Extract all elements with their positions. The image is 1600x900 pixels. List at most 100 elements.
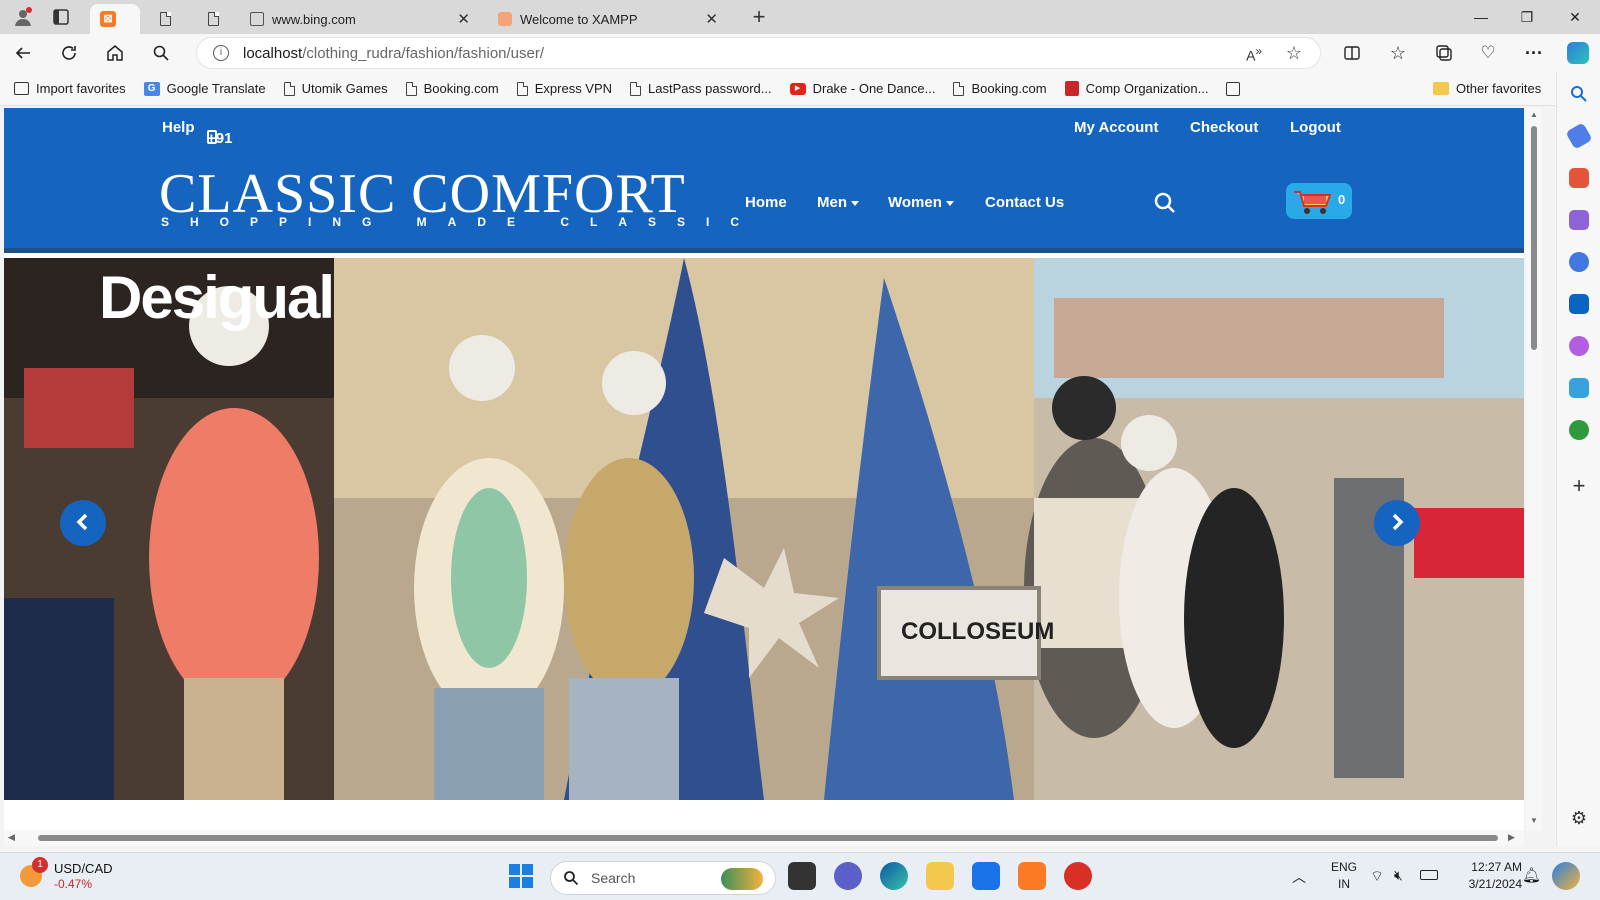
read-aloud-icon[interactable]: A» (1246, 45, 1262, 64)
copilot-taskbar-icon[interactable] (1552, 862, 1580, 890)
tab-blank-2[interactable] (198, 4, 238, 34)
hero-carousel[interactable]: Desigual COLLOSEUM (4, 258, 1524, 800)
site-info-icon[interactable]: i (213, 45, 229, 61)
doc-icon (208, 12, 219, 26)
doc-icon (953, 81, 965, 96)
lang-code: ENG (1330, 860, 1357, 874)
scroll-left-icon[interactable]: ◀ (8, 832, 15, 843)
pdf-icon (1064, 81, 1079, 96)
chevron-left-icon (74, 513, 92, 534)
minimize-icon[interactable]: — (1458, 0, 1504, 34)
address-bar[interactable]: i localhost/clothing_rudra/fashion/fashi… (196, 37, 1321, 69)
start-button[interactable] (508, 863, 534, 889)
tab-xampp-active[interactable]: ⊠ (90, 4, 140, 34)
checkout-link[interactable]: Checkout (1190, 119, 1258, 136)
sidebar-search-icon[interactable] (1569, 84, 1589, 104)
tab-xampp-welcome[interactable]: Welcome to XAMPP ✕ (488, 4, 728, 34)
home-icon[interactable] (92, 34, 138, 72)
favorite-expressvpn[interactable]: Express VPN (516, 81, 612, 96)
file-explorer-icon[interactable] (926, 862, 954, 890)
youtube-icon: ▶ (789, 82, 806, 95)
designer-icon[interactable] (1569, 336, 1589, 356)
outlook-icon[interactable] (1569, 294, 1589, 314)
volume-muted-icon[interactable]: 🔇︎ (1394, 867, 1403, 884)
more-menu-icon[interactable]: ··· (1514, 34, 1554, 72)
site-main-nav: CLASSIC COMFORT SHOPPING MADE CLASSIC Ho… (4, 148, 1524, 253)
edge-browser-icon[interactable] (880, 862, 908, 890)
favorite-lastpass[interactable]: LastPass password... (630, 81, 772, 96)
favorites-icon[interactable]: ☆ (1378, 34, 1418, 72)
menu-men[interactable]: Men (817, 194, 859, 211)
copilot-icon[interactable] (1558, 34, 1598, 72)
split-screen-icon[interactable] (1332, 34, 1372, 72)
clock[interactable]: 12:27 AM 3/21/2024 (1452, 859, 1522, 893)
menu-home[interactable]: Home (745, 194, 787, 211)
back-icon[interactable] (0, 34, 46, 72)
favorite-booking-1[interactable]: Booking.com (405, 81, 499, 96)
favorite-comp-org[interactable]: Comp Organization... (1064, 81, 1208, 96)
taskbar-search[interactable]: Search (550, 861, 776, 895)
stock-widget[interactable]: 1 USD/CAD -0.47% (18, 857, 138, 895)
favorite-star-icon[interactable]: ☆ (1286, 43, 1302, 64)
carousel-prev-button[interactable] (60, 500, 106, 546)
scroll-up-icon[interactable]: ▲ (1530, 110, 1538, 119)
tree-icon[interactable] (1569, 420, 1589, 440)
games-icon[interactable] (1569, 210, 1589, 230)
favorite-utomik[interactable]: Utomik Games (283, 81, 388, 96)
mail-icon[interactable] (972, 862, 1000, 890)
vertical-scrollbar[interactable]: ▲ ▼ (1526, 108, 1542, 830)
profile-icon[interactable] (8, 2, 38, 32)
settings-gear-icon[interactable]: ⚙ (1569, 808, 1589, 828)
menu-contact[interactable]: Contact Us (985, 194, 1064, 211)
other-favorites[interactable]: Other favorites (1433, 81, 1541, 96)
favorite-drake[interactable]: ▶ Drake - One Dance... (789, 81, 935, 96)
task-view-icon[interactable] (788, 862, 816, 890)
chevron-down-icon (851, 200, 859, 206)
wifi-icon[interactable]: ⌔ (1370, 867, 1384, 886)
doc-icon (516, 81, 528, 96)
show-hidden-icons[interactable]: ︿ (1292, 867, 1306, 887)
menu-women[interactable]: Women (888, 194, 954, 211)
wps-office-icon[interactable] (1064, 862, 1092, 890)
favorites-overflow[interactable] (1226, 81, 1241, 96)
page-viewport: Help +91 9510374575 My Account Checkout … (4, 108, 1524, 846)
add-sidebar-icon[interactable]: + (1569, 475, 1589, 497)
favorite-google-translate[interactable]: G Google Translate (143, 81, 266, 96)
teams-chat-icon[interactable] (834, 862, 862, 890)
close-window-icon[interactable]: ✕ (1552, 0, 1598, 34)
search-icon[interactable] (138, 34, 184, 72)
favorite-booking-2[interactable]: Booking.com (953, 81, 1047, 96)
search-icon (563, 870, 579, 889)
restore-icon[interactable]: ❐ (1504, 0, 1550, 34)
collections-icon[interactable] (1424, 34, 1464, 72)
tools-icon[interactable] (1569, 168, 1589, 188)
scroll-right-icon[interactable]: ▶ (1508, 832, 1515, 843)
tab-title: www.bing.com (272, 11, 356, 27)
new-tab-icon[interactable]: + (744, 2, 774, 32)
workspaces-icon[interactable] (46, 2, 76, 32)
my-account-link[interactable]: My Account (1074, 119, 1158, 136)
refresh-icon[interactable] (46, 34, 92, 72)
tab-blank-1[interactable] (150, 4, 190, 34)
close-tab-icon[interactable]: ✕ (705, 10, 718, 28)
microsoft-365-icon[interactable] (1569, 252, 1589, 272)
vertical-scroll-thumb[interactable] (1531, 126, 1537, 350)
logout-link[interactable]: Logout (1290, 119, 1341, 136)
carousel-next-button[interactable] (1374, 500, 1420, 546)
cart-button[interactable]: 0 (1286, 183, 1352, 219)
battery-icon[interactable] (1420, 870, 1438, 880)
send-icon[interactable] (1569, 378, 1589, 398)
browser-essentials-icon[interactable]: ♡ (1468, 34, 1508, 72)
horizontal-scroll-thumb[interactable] (38, 835, 1498, 841)
shopping-tag-icon[interactable] (1565, 122, 1593, 150)
horizontal-scrollbar[interactable]: ◀ ▶ (4, 830, 1524, 846)
site-search-icon[interactable] (1153, 191, 1177, 218)
language-indicator[interactable]: ENG IN (1326, 859, 1362, 893)
favorite-import[interactable]: Import favorites (14, 81, 126, 96)
xampp-icon[interactable] (1018, 862, 1046, 890)
notification-bell-icon[interactable]: 🔔︎ (1522, 866, 1541, 884)
tab-bing[interactable]: www.bing.com ✕ (240, 4, 480, 34)
scroll-down-icon[interactable]: ▼ (1530, 816, 1538, 825)
close-tab-icon[interactable]: ✕ (457, 10, 470, 28)
help-link[interactable]: Help (162, 119, 195, 136)
